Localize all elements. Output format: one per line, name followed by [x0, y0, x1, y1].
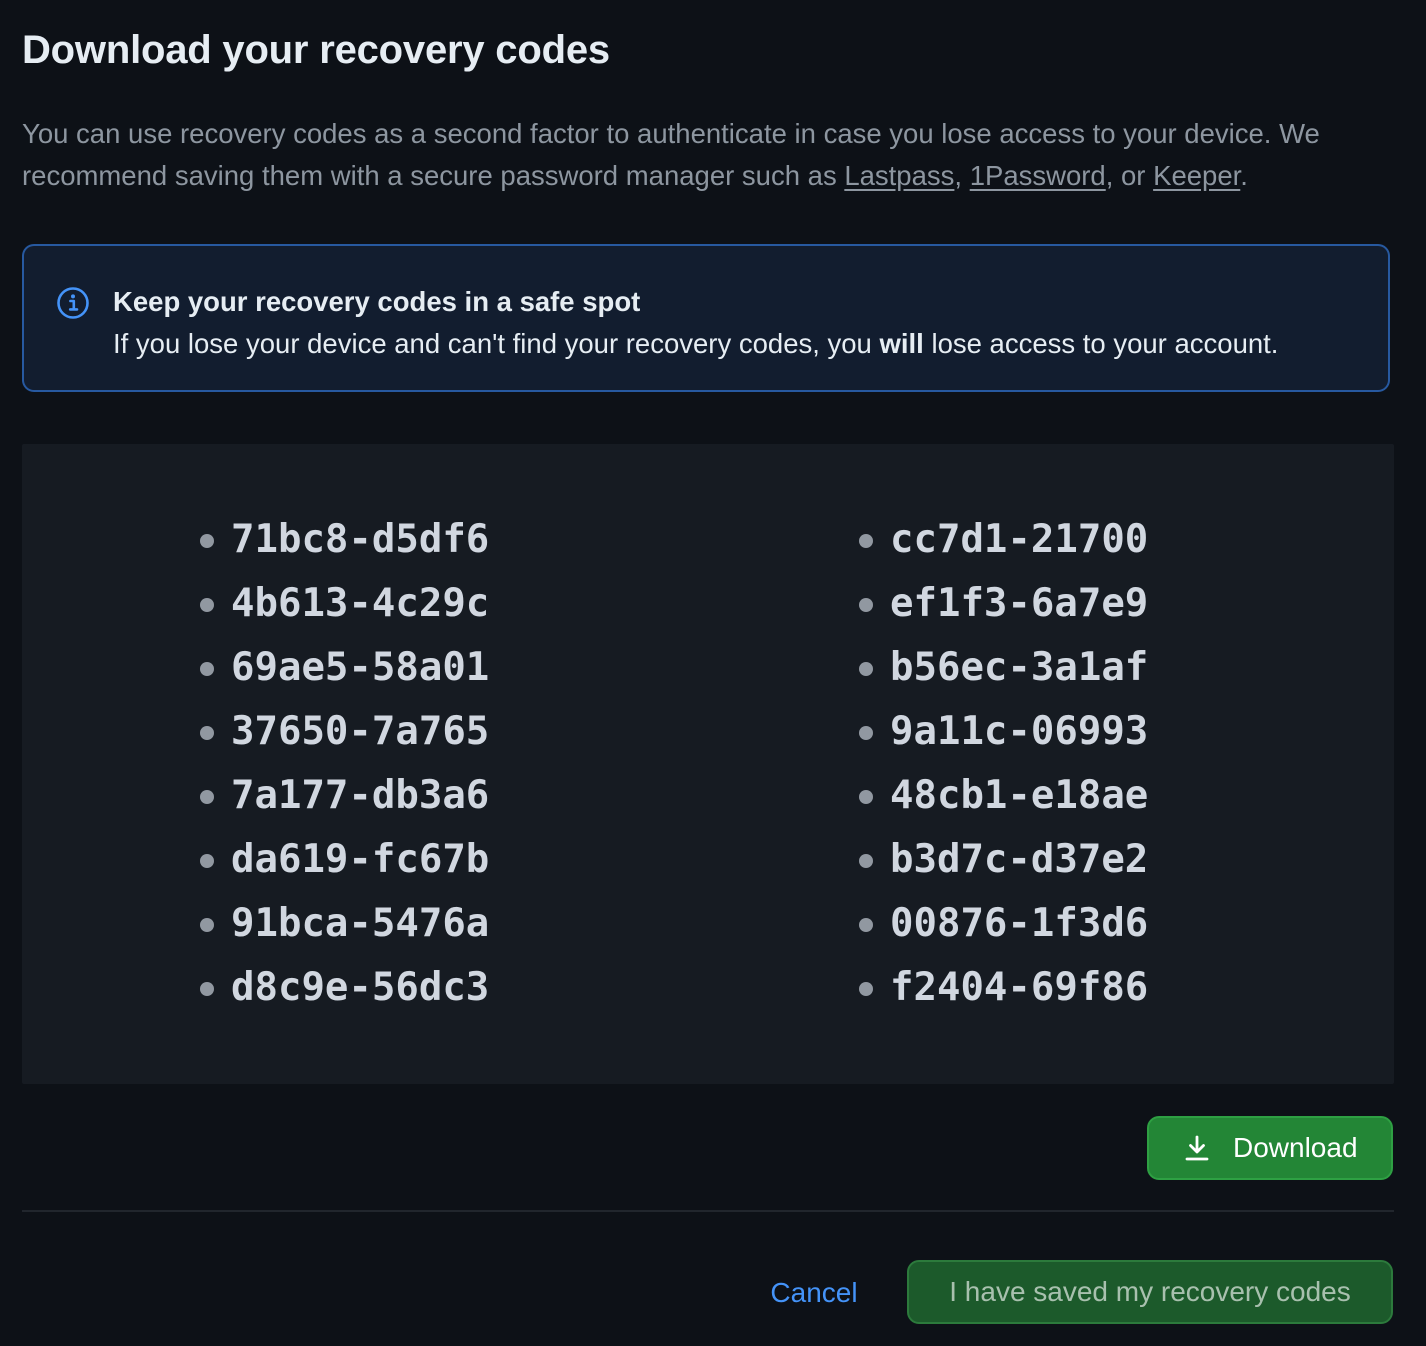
- recovery-code: 4b613-4c29c: [198, 572, 489, 636]
- download-button[interactable]: Download: [1147, 1116, 1393, 1180]
- recovery-code: b3d7c-d37e2: [857, 828, 1148, 892]
- recovery-code: ef1f3-6a7e9: [857, 572, 1148, 636]
- recovery-codes-list-left: 71bc8-d5df6 4b613-4c29c 69ae5-58a01 3765…: [198, 508, 489, 1020]
- recovery-code: b56ec-3a1af: [857, 636, 1148, 700]
- flash-title: Keep your recovery codes in a safe spot: [113, 286, 641, 317]
- recovery-code: 69ae5-58a01: [198, 636, 489, 700]
- recovery-code: cc7d1-21700: [857, 508, 1148, 572]
- footer-divider: [22, 1210, 1394, 1212]
- flash-body: If you lose your device and can't find y…: [113, 324, 1278, 364]
- 1password-link[interactable]: 1Password: [970, 160, 1106, 191]
- intro-separator: , or: [1105, 160, 1154, 191]
- page-title: Download your recovery codes: [22, 28, 610, 72]
- flash-body-emphasis: will: [879, 328, 924, 359]
- recovery-code: 9a11c-06993: [857, 700, 1148, 764]
- info-icon: [57, 287, 89, 319]
- download-icon: [1185, 1135, 1209, 1161]
- confirm-saved-button[interactable]: I have saved my recovery codes: [907, 1260, 1393, 1324]
- recovery-code: 00876-1f3d6: [857, 892, 1148, 956]
- recovery-code: 71bc8-d5df6: [198, 508, 489, 572]
- lastpass-link[interactable]: Lastpass: [844, 160, 954, 191]
- download-button-label: Download: [1233, 1132, 1358, 1163]
- recovery-code: da619-fc67b: [198, 828, 489, 892]
- recovery-code: 48cb1-e18ae: [857, 764, 1148, 828]
- recovery-code: 37650-7a765: [198, 700, 489, 764]
- flash-body-after: lose access to your account.: [923, 328, 1279, 359]
- recovery-code: d8c9e-56dc3: [198, 956, 489, 1020]
- cancel-button[interactable]: Cancel: [750, 1262, 878, 1324]
- intro-separator: ,: [954, 160, 970, 191]
- recovery-codes-list-right: cc7d1-21700 ef1f3-6a7e9 b56ec-3a1af 9a11…: [857, 508, 1148, 1020]
- intro-text-after: .: [1240, 160, 1248, 191]
- recovery-code: f2404-69f86: [857, 956, 1148, 1020]
- recovery-code: 91bca-5476a: [198, 892, 489, 956]
- keeper-link[interactable]: Keeper: [1153, 160, 1240, 191]
- intro-text: You can use recovery codes as a second f…: [22, 113, 1412, 197]
- recovery-codes-box: 71bc8-d5df6 4b613-4c29c 69ae5-58a01 3765…: [22, 444, 1394, 1084]
- warning-flash: Keep your recovery codes in a safe spot …: [22, 244, 1390, 392]
- recovery-code: 7a177-db3a6: [198, 764, 489, 828]
- flash-body-before: If you lose your device and can't find y…: [113, 328, 880, 359]
